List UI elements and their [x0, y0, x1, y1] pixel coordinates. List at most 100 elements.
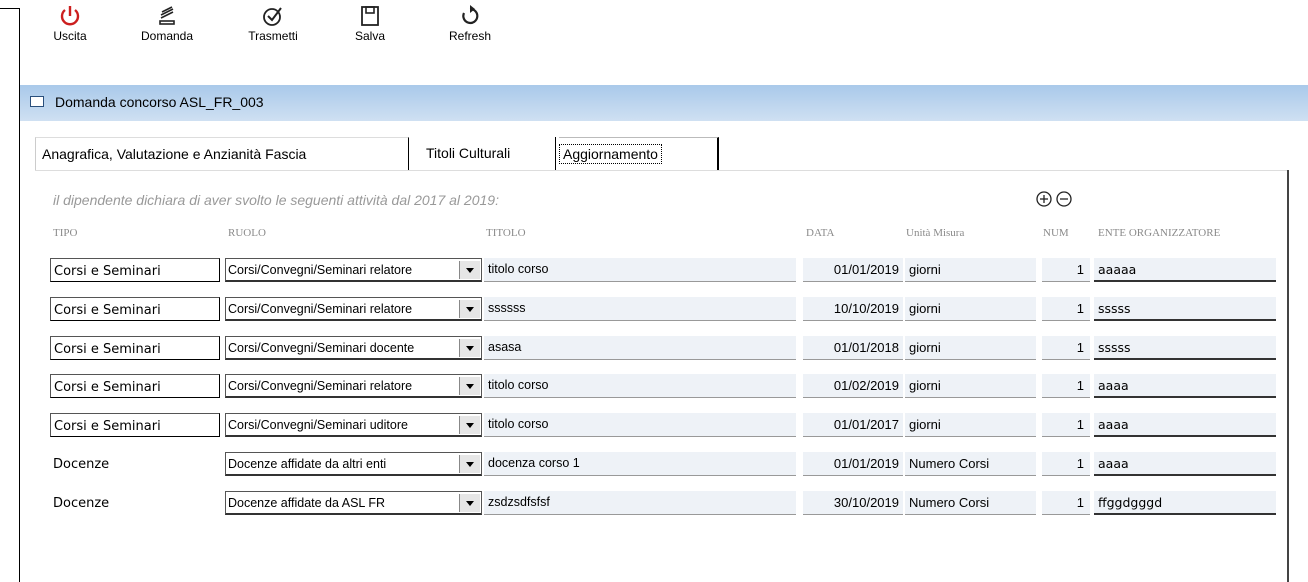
trasmetti-button[interactable]: Trasmetti [238, 4, 308, 62]
data-value: 01/01/2019 [833, 262, 899, 277]
unita-field[interactable]: Numero Corsi [905, 491, 1036, 515]
ente-field[interactable]: ffggdgggd [1094, 491, 1276, 515]
unita-value: Numero Corsi [909, 495, 990, 510]
unita-field[interactable]: giorni [905, 258, 1036, 282]
titolo-field[interactable]: ssssss [484, 297, 796, 321]
window-icon [30, 96, 44, 107]
data-value: 01/01/2018 [833, 340, 899, 355]
tipo-value: Corsi e Seminari [54, 303, 161, 318]
data-field[interactable]: 01/02/2019 [803, 374, 903, 398]
ente-field[interactable]: sssss [1094, 336, 1276, 360]
tab-anagrafica-label: Anagrafica, Valutazione e Anzianità Fasc… [42, 146, 307, 162]
ente-value: sssss [1098, 301, 1131, 316]
chevron-down-icon[interactable] [459, 339, 480, 357]
titolo-field[interactable]: asasa [484, 336, 796, 360]
titolo-value: ssssss [488, 301, 526, 315]
ente-field[interactable]: sssss [1094, 297, 1276, 321]
chevron-down-icon[interactable] [459, 300, 480, 318]
trasmetti-label: Trasmetti [248, 29, 298, 43]
toolbar: Uscita Domanda Trasmetti Salva Refresh [0, 0, 1308, 72]
tipo-cell[interactable]: Corsi e Seminari [50, 413, 220, 437]
unita-value: giorni [909, 301, 941, 316]
chevron-down-icon[interactable] [459, 494, 480, 512]
header-tipo: TIPO [53, 227, 78, 239]
ruolo-select[interactable]: Corsi/Convegni/Seminari relatore [225, 258, 482, 282]
data-value: 01/01/2017 [833, 417, 899, 432]
header-titolo: TITOLO [486, 227, 526, 239]
chevron-down-icon[interactable] [459, 261, 480, 279]
num-value: 1 [1076, 301, 1084, 316]
refresh-button[interactable]: Refresh [440, 4, 500, 62]
floppy-icon [361, 6, 379, 26]
uscita-button[interactable]: Uscita [50, 4, 90, 62]
titolo-field[interactable]: titolo corso [484, 258, 796, 282]
ruolo-select[interactable]: Corsi/Convegni/Seminari docente [225, 336, 482, 360]
num-value: 1 [1076, 417, 1084, 432]
salva-button[interactable]: Salva [350, 4, 390, 62]
tab-anagrafica[interactable]: Anagrafica, Valutazione e Anzianità Fasc… [35, 137, 409, 170]
tipo-cell[interactable]: Corsi e Seminari [50, 336, 220, 360]
chevron-down-icon[interactable] [459, 377, 480, 395]
power-icon [60, 6, 80, 26]
unita-field[interactable]: giorni [905, 336, 1036, 360]
num-value: 1 [1076, 495, 1084, 510]
ente-field[interactable]: aaaa [1094, 452, 1276, 476]
ruolo-select[interactable]: Corsi/Convegni/Seminari relatore [225, 297, 482, 321]
ente-value: sssss [1098, 340, 1131, 355]
ente-field[interactable]: aaaaa [1094, 258, 1276, 282]
unita-value: giorni [909, 417, 941, 432]
tab-aggiornamento[interactable]: Aggiornamento [559, 137, 719, 170]
num-value: 1 [1076, 378, 1084, 393]
data-field[interactable]: 10/10/2019 [803, 297, 903, 321]
unita-field[interactable]: Numero Corsi [905, 452, 1036, 476]
unita-value: Numero Corsi [909, 456, 990, 471]
data-field[interactable]: 01/01/2018 [803, 336, 903, 360]
stack-icon [159, 6, 175, 25]
titolo-field[interactable]: titolo corso [484, 413, 796, 437]
num-field[interactable]: 1 [1042, 413, 1090, 437]
ente-field[interactable]: aaaa [1094, 374, 1276, 398]
num-field[interactable]: 1 [1042, 491, 1090, 515]
titolo-field[interactable]: titolo corso [484, 374, 796, 398]
domanda-button[interactable]: Domanda [134, 4, 200, 62]
unita-field[interactable]: giorni [905, 374, 1036, 398]
ruolo-select[interactable]: Corsi/Convegni/Seminari uditore [225, 413, 482, 437]
num-field[interactable]: 1 [1042, 258, 1090, 282]
ruolo-select[interactable]: Docenze affidate da altri enti [225, 452, 482, 476]
tipo-cell[interactable]: Docenze [50, 452, 220, 476]
data-field[interactable]: 01/01/2017 [803, 413, 903, 437]
titolo-field[interactable]: docenza corso 1 [484, 452, 796, 476]
num-field[interactable]: 1 [1042, 452, 1090, 476]
tipo-cell[interactable]: Docenze [50, 491, 220, 515]
num-field[interactable]: 1 [1042, 297, 1090, 321]
data-field[interactable]: 01/01/2019 [803, 452, 903, 476]
plus-circle-icon[interactable] [1036, 191, 1052, 207]
num-field[interactable]: 1 [1042, 374, 1090, 398]
num-field[interactable]: 1 [1042, 336, 1090, 360]
unita-value: giorni [909, 340, 941, 355]
data-field[interactable]: 01/01/2019 [803, 258, 903, 282]
unita-field[interactable]: giorni [905, 297, 1036, 321]
titolo-value: zsdzsdfsfsf [488, 495, 550, 509]
ruolo-select[interactable]: Corsi/Convegni/Seminari relatore [225, 374, 482, 398]
chevron-down-icon[interactable] [459, 455, 480, 473]
header-unita: Unità Misura [906, 227, 965, 239]
tipo-cell[interactable]: Corsi e Seminari [50, 258, 220, 282]
minus-circle-icon[interactable] [1056, 191, 1072, 207]
data-value: 01/01/2019 [833, 456, 899, 471]
tipo-cell[interactable]: Corsi e Seminari [50, 374, 220, 398]
data-field[interactable]: 30/10/2019 [803, 491, 903, 515]
ente-field[interactable]: aaaa [1094, 413, 1276, 437]
titolo-field[interactable]: zsdzsdfsfsf [484, 491, 796, 515]
tipo-value: Docenze [53, 496, 110, 511]
tipo-cell[interactable]: Corsi e Seminari [50, 297, 220, 321]
ente-value: aaaaa [1098, 262, 1137, 277]
num-value: 1 [1076, 262, 1084, 277]
panel-title: Domanda concorso ASL_FR_003 [55, 94, 264, 110]
tab-titoli-culturali[interactable]: Titoli Culturali [414, 137, 556, 170]
ruolo-select[interactable]: Docenze affidate da ASL FR [225, 491, 482, 515]
check-circle-icon [263, 7, 282, 26]
unita-field[interactable]: giorni [905, 413, 1036, 437]
ruolo-value: Corsi/Convegni/Seminari uditore [228, 418, 408, 432]
chevron-down-icon[interactable] [459, 416, 480, 434]
